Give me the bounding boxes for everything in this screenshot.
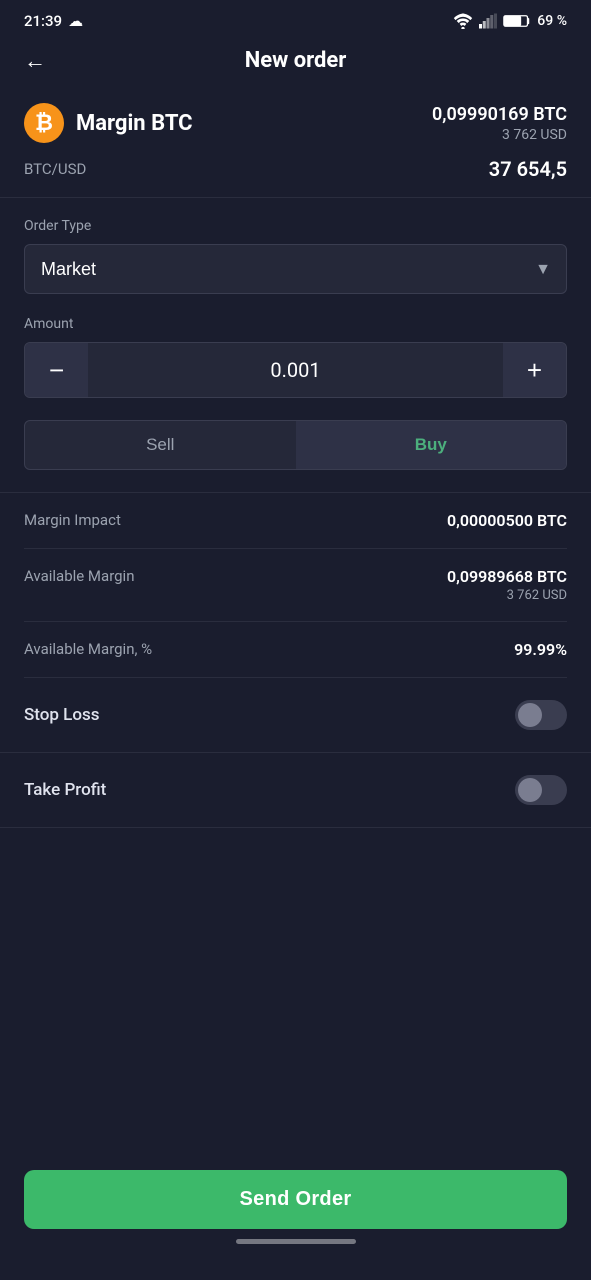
available-margin-pct-value: 99.99% [514,640,567,659]
decrement-button[interactable]: − [25,343,88,397]
status-icons-area: 69 % [453,13,567,29]
pair-label: BTC/USD [24,160,86,178]
take-profit-row: Take Profit [0,753,591,828]
increment-button[interactable]: + [503,343,566,397]
asset-usd-amount: 3 762 USD [432,127,567,143]
time-display: 21:39 [24,12,62,30]
bottom-section: Send Order [0,1154,591,1280]
status-bar: 21:39 69 % [0,0,591,38]
asset-left: ₿ Margin BTC [24,103,193,143]
back-button[interactable]: ← [24,48,46,74]
asset-btc-amount: 0,09990169 BTC [432,104,567,125]
sell-button[interactable]: Sell [25,421,296,469]
stop-loss-toggle[interactable] [515,700,567,730]
order-form: Order Type Market Limit Stop ▼ Amount − … [0,198,591,470]
order-type-dropdown[interactable]: Market Limit Stop ▼ [24,244,567,294]
available-margin-pct-row: Available Margin, % 99.99% [24,622,567,678]
take-profit-toggle[interactable] [515,775,567,805]
buy-sell-toggle: Sell Buy [24,420,567,470]
margin-impact-value: 0,00000500 BTC [447,511,567,530]
order-type-select[interactable]: Market Limit Stop [24,244,567,294]
available-margin-value: 0,09989668 BTC 3 762 USD [447,567,567,603]
page-title: New order [245,48,347,73]
battery-percent: 69 % [537,13,567,29]
stop-loss-label: Stop Loss [24,705,100,725]
btc-icon: ₿ [24,103,64,143]
order-type-label: Order Type [24,218,567,234]
battery-icon [503,13,531,29]
asset-balance: 0,09990169 BTC 3 762 USD [432,104,567,143]
stop-loss-row: Stop Loss [0,678,591,753]
margin-impact-label: Margin Impact [24,511,121,529]
available-margin-pct-label: Available Margin, % [24,640,152,658]
status-time-area: 21:39 [24,12,83,30]
pair-price: 37 654,5 [489,157,567,181]
cloud-icon [68,12,83,30]
pair-row: BTC/USD 37 654,5 [0,151,591,198]
home-bar [236,1239,356,1244]
wifi-icon [453,13,473,29]
asset-name: Margin BTC [76,111,193,136]
available-margin-label: Available Margin [24,567,135,585]
signal-icon [479,13,497,29]
amount-value: 0.001 [88,358,503,382]
stop-loss-thumb [518,703,542,727]
asset-info-section: ₿ Margin BTC 0,09990169 BTC 3 762 USD [0,91,591,151]
amount-control: − 0.001 + [24,342,567,398]
buy-button[interactable]: Buy [296,421,567,469]
take-profit-thumb [518,778,542,802]
send-order-button[interactable]: Send Order [24,1170,567,1229]
info-rows-section: Margin Impact 0,00000500 BTC Available M… [0,492,591,678]
amount-label: Amount [24,316,567,332]
page-header: ← New order [0,38,591,91]
margin-impact-row: Margin Impact 0,00000500 BTC [24,493,567,549]
take-profit-label: Take Profit [24,780,106,800]
home-indicator [24,1229,567,1248]
amount-field: Amount − 0.001 + [24,316,567,398]
available-margin-row: Available Margin 0,09989668 BTC 3 762 US… [24,549,567,622]
